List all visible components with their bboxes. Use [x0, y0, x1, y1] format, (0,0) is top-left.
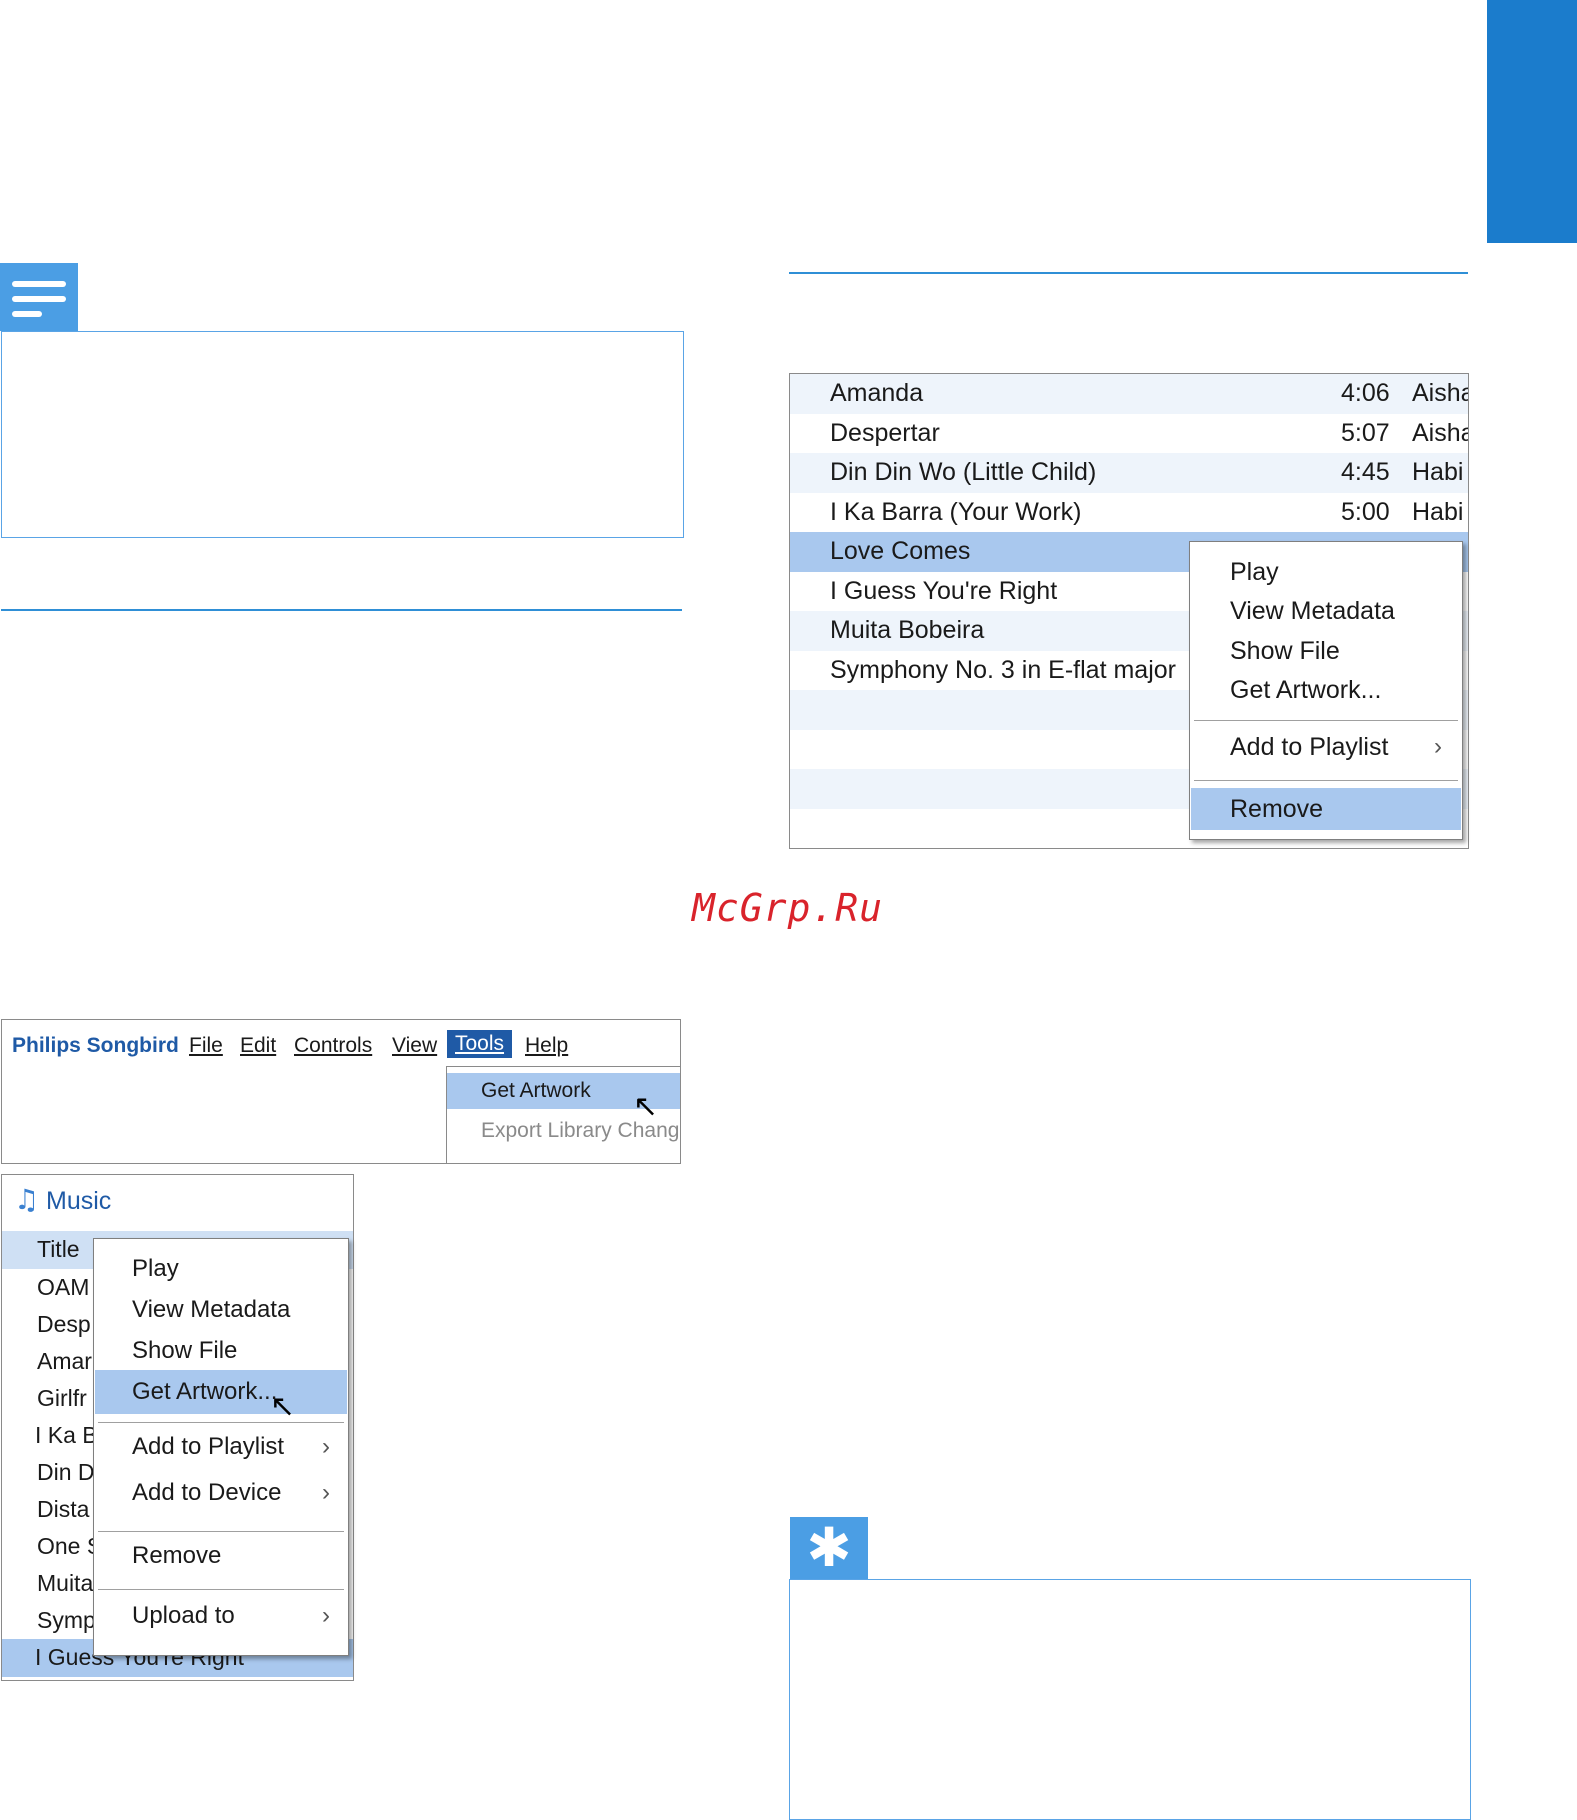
menu-item-view-metadata[interactable]: View Metadata — [1230, 597, 1395, 626]
menu-item-add-to-playlist[interactable]: Add to Playlist — [1230, 733, 1388, 762]
list-item-title: Desp — [37, 1311, 91, 1337]
list-item-title: Dista — [37, 1496, 90, 1522]
menu-edit[interactable]: Edit — [240, 1034, 276, 1058]
song-title: Muita Bobeira — [830, 616, 985, 644]
menu-item-add-to-device[interactable]: Add to Device — [132, 1479, 281, 1507]
menu-view[interactable]: View — [392, 1034, 437, 1058]
song-row[interactable]: Despertar 5:07 Aisha — [790, 413, 1469, 453]
app-brand: Philips Songbird — [12, 1034, 179, 1057]
song-artist: Habi — [1412, 497, 1464, 526]
note-box — [1, 331, 684, 538]
song-artist: Aisha — [1412, 379, 1469, 407]
menu-separator — [1194, 780, 1458, 781]
song-row[interactable]: Amanda 4:06 Aisha — [790, 374, 1468, 414]
note-icon — [0, 263, 78, 331]
library-title: Music — [46, 1187, 112, 1215]
menu-item-play[interactable]: Play — [1230, 558, 1279, 587]
menu-separator — [98, 1422, 344, 1423]
song-title: I Ka Barra (Your Work) — [830, 497, 1082, 526]
chevron-right-icon: › — [322, 1433, 330, 1460]
watermark: McGrp.Ru — [692, 886, 884, 930]
tip-box — [789, 1579, 1471, 1820]
tools-dropdown: Get Artwork Export Library Chang ↖ — [446, 1066, 680, 1163]
list-item-title: Girlfr — [37, 1385, 87, 1411]
list-item-title: Din D — [37, 1459, 95, 1485]
chevron-right-icon: › — [322, 1602, 330, 1629]
column-title: Title — [37, 1236, 80, 1262]
list-item-title: Amar — [37, 1348, 92, 1374]
list-item-title: Symp — [37, 1607, 96, 1633]
menu-file[interactable]: File — [189, 1034, 223, 1058]
song-duration: 4:06 — [1341, 379, 1390, 407]
menu-item-view-metadata[interactable]: View Metadata — [132, 1296, 290, 1324]
list-item-title: Muita — [37, 1570, 94, 1596]
mouse-cursor-icon: ↖ — [633, 1089, 659, 1124]
menu-item-remove[interactable]: Remove — [132, 1542, 221, 1570]
menu-separator — [1194, 720, 1458, 721]
context-menu: Play View Metadata Show File Get Artwork… — [93, 1238, 349, 1656]
song-duration: 5:00 — [1341, 497, 1390, 526]
section-divider-right — [789, 272, 1468, 274]
song-duration: 4:45 — [1341, 458, 1390, 486]
chevron-right-icon: › — [322, 1479, 330, 1506]
song-row[interactable]: I Ka Barra (Your Work) 5:00 Habi — [790, 492, 1468, 532]
menu-item-add-to-playlist[interactable]: Add to Playlist — [132, 1433, 284, 1461]
menu-bar: Philips Songbird File Edit Controls View… — [2, 1020, 680, 1068]
song-title: I Guess You're Right — [830, 576, 1058, 605]
section-color-tab — [1487, 0, 1577, 243]
menu-item-upload-to[interactable]: Upload to — [132, 1602, 235, 1630]
mouse-cursor-icon: ↖ — [270, 1389, 296, 1424]
tip-icon: ✱ — [790, 1517, 868, 1579]
menu-tools[interactable]: Tools — [447, 1030, 513, 1058]
menu-help[interactable]: Help — [525, 1034, 568, 1058]
menu-separator — [98, 1531, 344, 1532]
song-title: Love Comes — [830, 537, 971, 565]
menu-item-remove[interactable]: Remove — [1230, 795, 1323, 824]
menu-item-show-file[interactable]: Show File — [1230, 637, 1340, 666]
song-title: Amanda — [830, 379, 924, 407]
section-divider-left — [1, 609, 682, 611]
menu-separator — [98, 1589, 344, 1590]
song-artist: Habi — [1412, 458, 1464, 486]
menu-item-show-file[interactable]: Show File — [132, 1337, 237, 1365]
song-title: Despertar — [830, 418, 940, 447]
menu-item-get-artwork[interactable]: Get Artwork... — [132, 1378, 277, 1406]
song-row[interactable]: Din Din Wo (Little Child) 4:45 Habi — [790, 453, 1468, 493]
list-item-title: OAM — [37, 1274, 90, 1300]
music-note-icon: ♫ — [14, 1183, 40, 1216]
menu-item-play[interactable]: Play — [132, 1255, 179, 1283]
context-menu: Play View Metadata Show File Get Artwork… — [1189, 541, 1463, 840]
menu-item-get-artwork[interactable]: Get Artwork... — [1230, 676, 1381, 705]
menu-controls[interactable]: Controls — [294, 1034, 372, 1058]
song-duration: 5:07 — [1341, 418, 1390, 447]
song-title: Din Din Wo (Little Child) — [830, 458, 1097, 486]
menubar-screenshot: Philips Songbird File Edit Controls View… — [1, 1019, 681, 1164]
song-artist: Aisha — [1412, 418, 1469, 447]
chevron-right-icon: › — [1434, 733, 1442, 760]
menu-item-label: Get Artwork — [481, 1079, 591, 1102]
list-item-title: I Ka B — [35, 1422, 98, 1448]
song-title: Symphony No. 3 in E-flat major — [830, 655, 1176, 684]
